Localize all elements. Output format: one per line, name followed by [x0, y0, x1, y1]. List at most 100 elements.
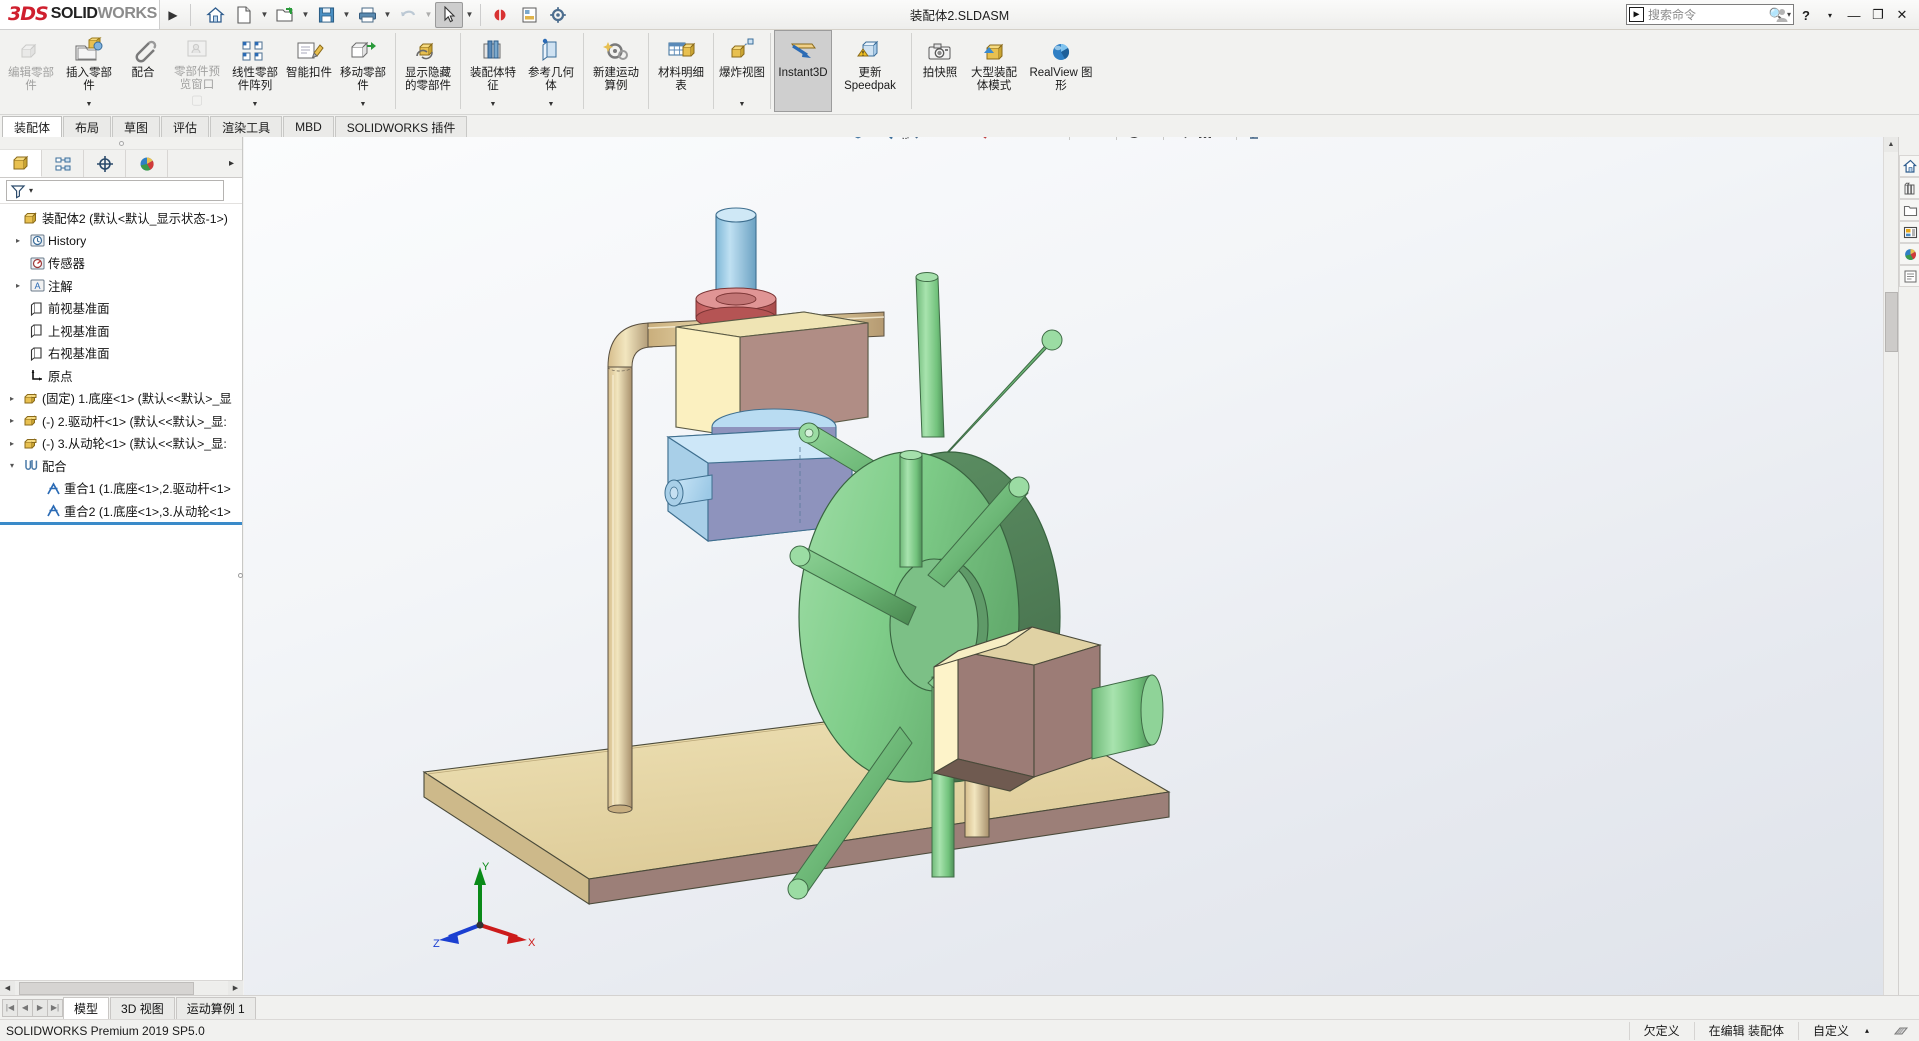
restore-button[interactable]: ❐: [1867, 3, 1889, 27]
nav-first-button[interactable]: |◀: [2, 998, 18, 1017]
home-icon[interactable]: [201, 2, 229, 28]
expand-arrow[interactable]: ▸: [4, 439, 20, 448]
resize-grip-icon[interactable]: [1879, 1022, 1915, 1040]
undo-caret[interactable]: ▼: [423, 2, 434, 28]
nav-next-button[interactable]: ▶: [32, 998, 48, 1017]
ribbon-bill-of-materials[interactable]: 材料明细表: [652, 30, 710, 112]
panel-more-arrow[interactable]: ▸: [168, 150, 242, 177]
help-icon[interactable]: ?: [1795, 3, 1817, 27]
ribbon-dropdown-caret[interactable]: ▼: [739, 101, 746, 108]
scroll-thumb[interactable]: [19, 981, 194, 995]
search-input[interactable]: 搜索命令: [1648, 6, 1769, 23]
tab-mbd[interactable]: MBD: [283, 116, 334, 137]
solidworks-resources-icon[interactable]: [1899, 155, 1919, 177]
scroll-track[interactable]: [15, 981, 228, 995]
open-folder-icon[interactable]: [271, 2, 299, 28]
scroll-thumb-vertical[interactable]: [1885, 292, 1898, 352]
ribbon-mate[interactable]: 配合: [118, 30, 168, 112]
tree-item-mate-coincident2[interactable]: 重合2 (1.底座<1>,3.从动轮<1>: [0, 500, 242, 523]
print-caret[interactable]: ▼: [382, 2, 393, 28]
ribbon-dropdown-caret[interactable]: ▼: [548, 101, 555, 108]
ribbon-dropdown-caret[interactable]: ▼: [490, 101, 497, 108]
nav-last-button[interactable]: ▶|: [47, 998, 63, 1017]
tree-item-front-plane[interactable]: 前视基准面: [0, 297, 242, 320]
print-icon[interactable]: [353, 2, 381, 28]
filter-input[interactable]: ▾: [6, 180, 224, 201]
options-gear-icon[interactable]: [544, 2, 572, 28]
ribbon-insert-component[interactable]: 插入零部件 ▼: [60, 30, 118, 112]
scroll-left-arrow[interactable]: ◀: [0, 981, 15, 995]
tree-item-right-plane[interactable]: 右视基准面: [0, 342, 242, 365]
tree-horizontal-scrollbar[interactable]: ◀ ▶: [0, 980, 243, 995]
status-custom[interactable]: 自定义: [1797, 1021, 1863, 1040]
tab-evaluate[interactable]: 评估: [161, 116, 210, 137]
property-manager-tab[interactable]: [42, 150, 84, 177]
file-explorer-icon[interactable]: [1899, 199, 1919, 221]
save-icon[interactable]: [312, 2, 340, 28]
assembly-3d-model[interactable]: Y X Z: [244, 137, 1898, 995]
ribbon-component-preview[interactable]: 零部件预览窗口 ▢: [168, 30, 226, 112]
save-caret[interactable]: ▼: [341, 2, 352, 28]
drawing-icon[interactable]: [515, 2, 543, 28]
configuration-manager-tab[interactable]: [84, 150, 126, 177]
ribbon-move-component[interactable]: 移动零部件 ▼: [334, 30, 392, 112]
status-custom-caret[interactable]: ▴: [1863, 1026, 1879, 1035]
menu-expand-arrow[interactable]: ▶: [160, 8, 186, 22]
appearances-scenes-panel-icon[interactable]: [1899, 243, 1919, 265]
ribbon-assembly-feature[interactable]: 装配体特征 ▼: [464, 30, 522, 112]
collapse-arrow[interactable]: ▾: [4, 461, 20, 470]
filter-caret[interactable]: ▾: [29, 186, 33, 195]
viewport-vertical-scrollbar[interactable]: ▲: [1883, 137, 1898, 995]
tab-layout[interactable]: 布局: [63, 116, 112, 137]
graphics-viewport[interactable]: ▼ ▼ ▼ ▼ ▼ ❐: [244, 137, 1898, 995]
ribbon-edit-component[interactable]: 编辑零部件: [2, 30, 60, 112]
scroll-right-arrow[interactable]: ▶: [228, 981, 243, 995]
ribbon-dropdown-caret[interactable]: ▼: [252, 101, 259, 108]
tree-item-part-base[interactable]: ▸ (固定) 1.底座<1> (默认<<默认>_显: [0, 387, 242, 410]
rebuild-icon[interactable]: [486, 2, 514, 28]
new-document-caret[interactable]: ▼: [259, 2, 270, 28]
tree-item-mate-coincident1[interactable]: 重合1 (1.底座<1>,2.驱动杆<1>: [0, 477, 242, 500]
ribbon-smart-fastener[interactable]: 智能扣件: [284, 30, 334, 112]
search-command-box[interactable]: ▶ 搜索命令 🔍 ▾: [1626, 4, 1794, 25]
expand-arrow[interactable]: ▸: [4, 394, 20, 403]
ribbon-dropdown-caret[interactable]: ▼: [360, 101, 367, 108]
ribbon-exploded-view[interactable]: 爆炸视图 ▼: [717, 30, 767, 112]
tree-item-part-drive-rod[interactable]: ▸ (-) 2.驱动杆<1> (默认<<默认>_显:: [0, 410, 242, 433]
ribbon-reference-geometry[interactable]: 参考几何体 ▼: [522, 30, 580, 112]
tab-assembly[interactable]: 装配体: [2, 116, 63, 137]
tree-item-origin[interactable]: 原点: [0, 365, 242, 388]
expand-arrow[interactable]: ▸: [10, 236, 26, 245]
tree-item-part-driven-wheel[interactable]: ▸ (-) 3.从动轮<1> (默认<<默认>_显:: [0, 432, 242, 455]
tree-item-top-plane[interactable]: 上视基准面: [0, 320, 242, 343]
tab-render-tools[interactable]: 渲染工具: [210, 116, 283, 137]
nav-prev-button[interactable]: ◀: [17, 998, 33, 1017]
expand-arrow[interactable]: ▸: [10, 281, 26, 290]
ribbon-new-motion-study[interactable]: 新建运动算例: [587, 30, 645, 112]
open-folder-caret[interactable]: ▼: [300, 2, 311, 28]
tab-3d-views[interactable]: 3D 视图: [110, 996, 175, 1019]
new-document-icon[interactable]: [230, 2, 258, 28]
tab-motion-study[interactable]: 运动算例 1: [175, 996, 256, 1019]
select-arrow-icon[interactable]: [435, 1, 463, 28]
undo-icon[interactable]: [394, 2, 422, 28]
select-arrow-caret[interactable]: ▼: [464, 2, 475, 28]
view-palette-icon[interactable]: [1899, 221, 1919, 243]
ribbon-show-hidden-components[interactable]: 显示隐藏的零部件: [399, 30, 457, 112]
tree-item-history[interactable]: ▸ History: [0, 230, 242, 253]
tab-model[interactable]: 模型: [63, 996, 110, 1019]
user-icon[interactable]: [1771, 3, 1793, 27]
feature-manager-tab[interactable]: [0, 150, 42, 177]
tree-item-assembly-root[interactable]: 装配体2 (默认<默认_显示状态-1>): [0, 207, 242, 230]
tree-item-sensors[interactable]: 传感器: [0, 252, 242, 275]
tree-item-annotations[interactable]: ▸ A 注解: [0, 275, 242, 298]
custom-properties-icon[interactable]: [1899, 265, 1919, 287]
ribbon-large-assembly-mode[interactable]: 大型装配体模式: [965, 30, 1023, 112]
minimize-button[interactable]: —: [1843, 3, 1865, 27]
ribbon-snapshot[interactable]: 拍快照: [915, 30, 965, 112]
tree-item-mates-folder[interactable]: ▾ 配合: [0, 455, 242, 478]
panel-handle[interactable]: [0, 137, 242, 150]
expand-arrow[interactable]: ▸: [4, 416, 20, 425]
ribbon-dropdown-caret[interactable]: ▼: [86, 101, 93, 108]
close-button[interactable]: ✕: [1891, 3, 1913, 27]
